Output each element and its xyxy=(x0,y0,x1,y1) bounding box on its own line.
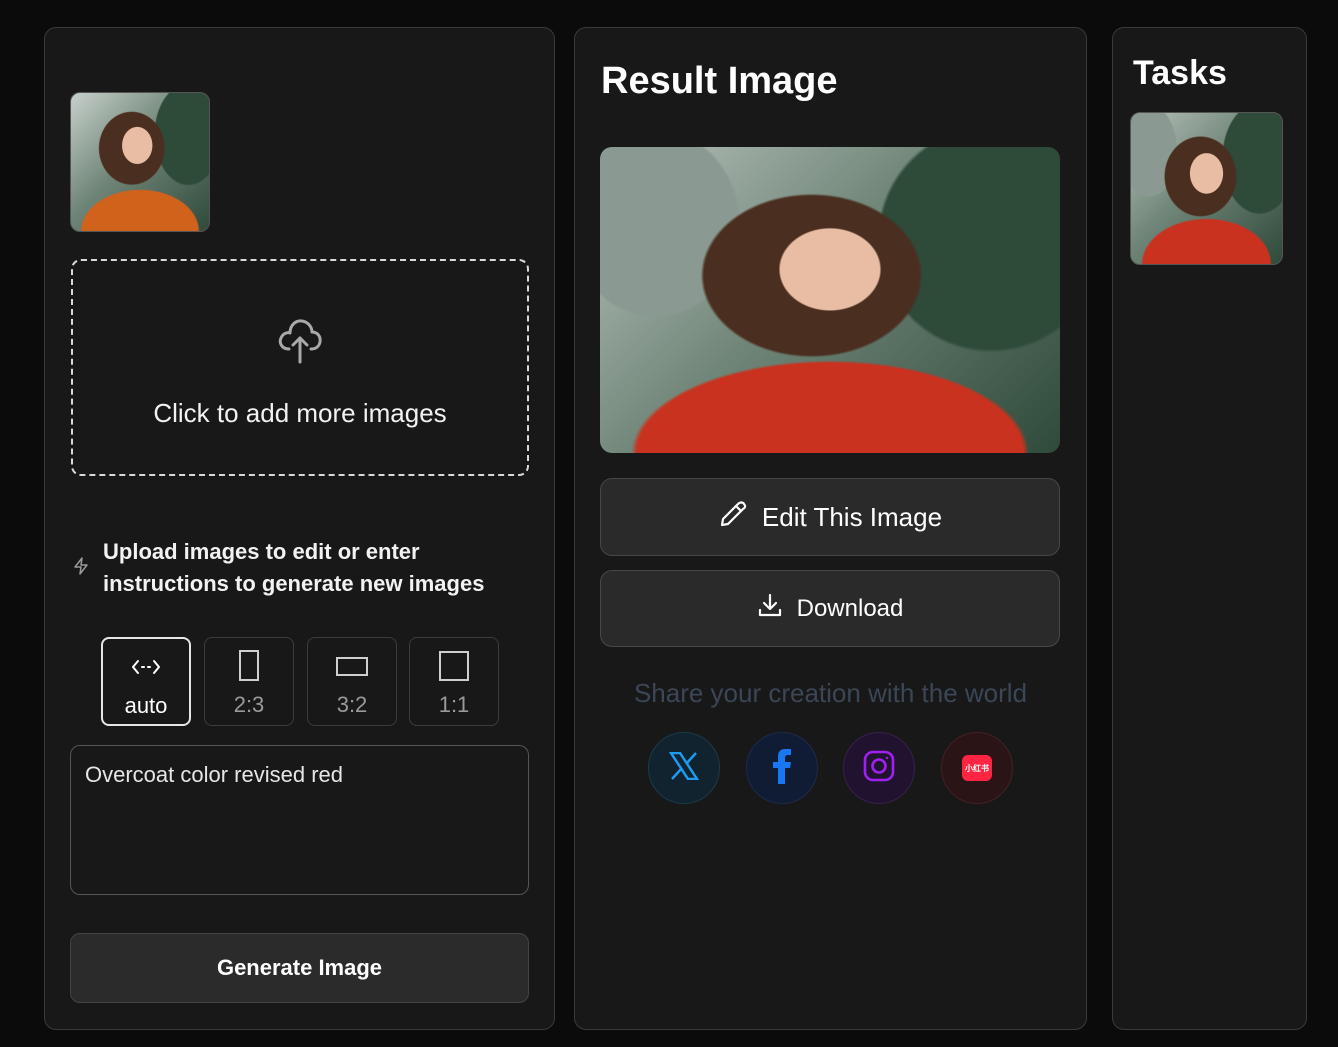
ratio-auto-button[interactable]: auto xyxy=(101,637,191,726)
hint-text: Upload images to edit or enter instructi… xyxy=(103,539,485,596)
dropzone-label: Click to add more images xyxy=(153,397,447,428)
download-button-label: Download xyxy=(796,594,904,622)
instagram-logo-icon xyxy=(863,750,895,787)
tasks-title: Tasks xyxy=(1133,54,1227,92)
add-images-dropzone[interactable]: Click to add more images xyxy=(71,259,529,476)
instructions-hint: Upload images to edit or enter instructi… xyxy=(73,536,513,600)
task-thumbnail[interactable] xyxy=(1130,112,1283,265)
xiaohongshu-logo-icon: 小红书 xyxy=(962,755,992,781)
cloud-upload-icon xyxy=(277,307,323,370)
ratio-label: 3:2 xyxy=(336,692,368,717)
ratio-1-1-button[interactable]: 1:1 xyxy=(409,637,499,726)
share-x-button[interactable] xyxy=(648,732,720,804)
share-prompt: Share your creation with the world xyxy=(633,678,1028,708)
ratio-label: auto xyxy=(124,693,168,718)
result-panel: Result Image Edit This Image Download Sh… xyxy=(574,27,1087,1030)
input-panel: Click to add more images Upload images t… xyxy=(44,27,555,1030)
tasks-panel: Tasks xyxy=(1112,27,1307,1030)
portrait-ratio-icon xyxy=(238,650,260,681)
page-title: Result Image xyxy=(601,60,838,102)
share-xiaohongshu-button[interactable]: 小红书 xyxy=(941,732,1013,804)
landscape-ratio-icon xyxy=(335,652,369,680)
generate-image-button[interactable]: Generate Image xyxy=(70,933,529,1003)
edit-button-label: Edit This Image xyxy=(761,501,943,532)
xiaohongshu-badge-text: 小红书 xyxy=(965,763,989,773)
uploaded-image-thumbnail[interactable] xyxy=(70,92,210,232)
pencil-icon xyxy=(718,499,748,536)
lightning-icon xyxy=(73,556,89,580)
prompt-input[interactable] xyxy=(70,745,529,895)
ratio-2-3-button[interactable]: 2:3 xyxy=(204,637,294,726)
square-ratio-icon xyxy=(438,651,470,681)
x-logo-icon xyxy=(668,751,700,785)
edit-image-button[interactable]: Edit This Image xyxy=(600,478,1060,556)
ratio-label: 1:1 xyxy=(438,692,470,717)
ratio-label: 2:3 xyxy=(233,692,265,717)
share-facebook-button[interactable] xyxy=(746,732,818,804)
facebook-logo-icon xyxy=(772,748,792,789)
ratio-3-2-button[interactable]: 3:2 xyxy=(307,637,397,726)
download-button[interactable]: Download xyxy=(600,570,1060,647)
result-image xyxy=(600,147,1060,453)
download-icon xyxy=(757,592,783,625)
auto-size-icon xyxy=(131,653,161,681)
share-instagram-button[interactable] xyxy=(843,732,915,804)
